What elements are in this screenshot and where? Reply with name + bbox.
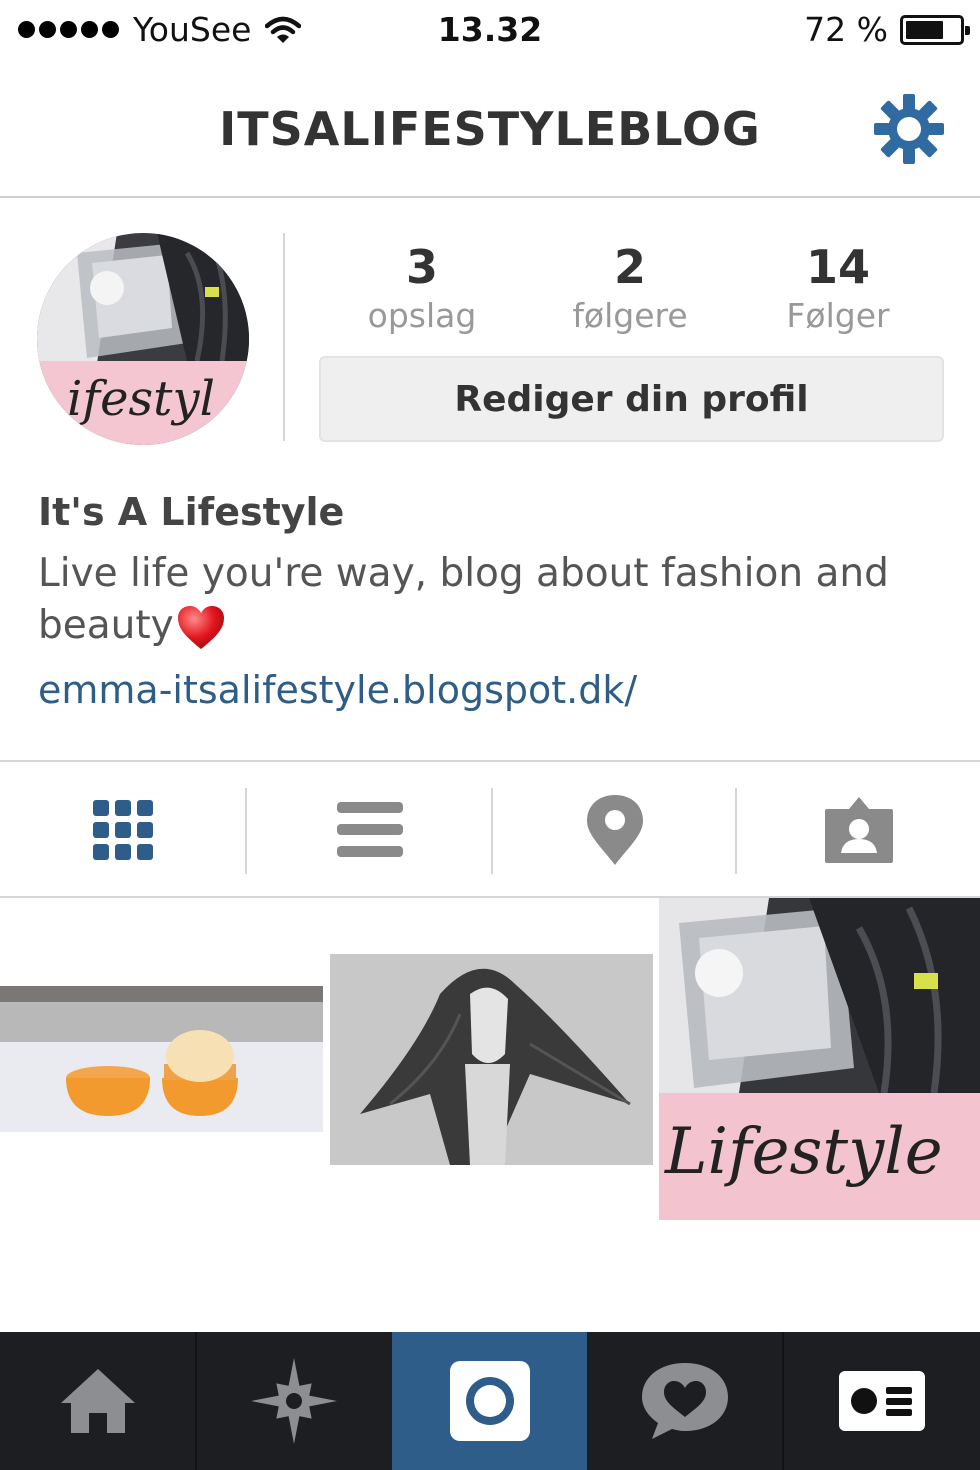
tagged-person-icon xyxy=(824,797,893,863)
status-right: 72 % xyxy=(804,10,970,49)
location-pin-icon xyxy=(586,795,643,865)
following-label: Følger xyxy=(786,296,890,335)
stat-posts[interactable]: 3 opslag xyxy=(322,240,522,335)
svg-text:ifestyl: ifestyl xyxy=(67,371,215,427)
svg-text:Lifestyle: Lifestyle xyxy=(664,1115,943,1189)
profile-divider xyxy=(283,233,285,441)
tab-list[interactable] xyxy=(247,762,492,898)
tab-tagged[interactable] xyxy=(737,762,980,898)
followers-count: 2 xyxy=(613,240,646,294)
profile-icon xyxy=(839,1371,925,1431)
battery-percentage: 72 % xyxy=(804,10,888,49)
posts-label: opslag xyxy=(367,296,477,335)
nav-explore[interactable] xyxy=(197,1332,391,1470)
stat-followers[interactable]: 2 følgere xyxy=(530,240,730,335)
camera-icon xyxy=(449,1361,530,1441)
bio-body: Live life you're way, blog about fashion… xyxy=(38,551,889,648)
grid-icon xyxy=(93,800,153,860)
display-name: It's A Lifestyle xyxy=(38,490,345,534)
photo-lifestyle-bag[interactable]: Lifestyle xyxy=(659,898,980,1220)
profile-view-tabs xyxy=(0,760,980,898)
followers-label: følgere xyxy=(572,296,688,335)
nav-home[interactable] xyxy=(0,1332,195,1470)
status-bar: YouSee 13.32 72 % xyxy=(0,0,980,66)
bio-text: Live life you're way, blog about fashion… xyxy=(38,548,958,652)
tab-map[interactable] xyxy=(493,762,736,898)
photo-lip-balm[interactable] xyxy=(0,986,323,1132)
website-link[interactable]: emma-itsalifestyle.blogspot.dk/ xyxy=(38,668,637,712)
nav-profile[interactable] xyxy=(784,1332,980,1470)
edit-profile-button[interactable]: Rediger din profil xyxy=(319,356,944,442)
activity-icon xyxy=(642,1363,728,1439)
username-title: ITSALIFESTYLEBLOG xyxy=(219,102,761,156)
nav-activity[interactable] xyxy=(588,1332,782,1470)
stat-following[interactable]: 14 Følger xyxy=(738,240,938,335)
posts-count: 3 xyxy=(405,240,438,294)
bottom-navigation xyxy=(0,1332,980,1470)
photo-woman-hair[interactable] xyxy=(330,954,653,1165)
nav-camera[interactable] xyxy=(392,1332,587,1470)
profile-avatar[interactable]: ifestyl xyxy=(37,233,249,445)
following-count: 14 xyxy=(805,240,870,294)
battery-icon xyxy=(900,14,970,45)
home-icon xyxy=(60,1369,135,1433)
list-icon xyxy=(336,802,403,857)
tab-grid[interactable] xyxy=(0,762,246,898)
settings-gear-icon[interactable] xyxy=(872,92,946,166)
profile-header: ITSALIFESTYLEBLOG xyxy=(0,66,980,198)
explore-icon xyxy=(251,1358,337,1444)
red-heart-icon xyxy=(177,605,224,649)
